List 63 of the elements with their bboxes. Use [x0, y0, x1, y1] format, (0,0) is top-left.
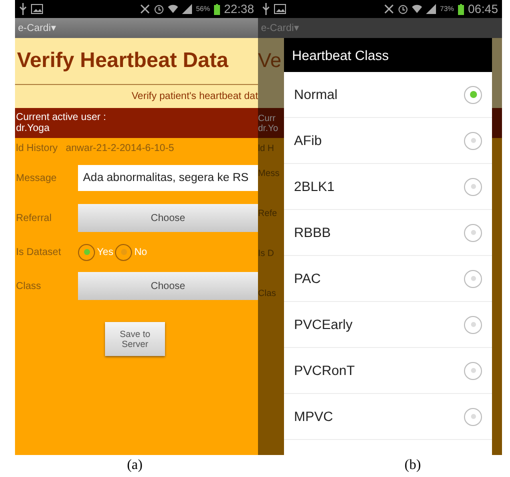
class-option[interactable]: Normal	[294, 87, 338, 102]
field-label: Message	[15, 172, 58, 184]
radio-button[interactable]	[115, 244, 132, 260]
field-label-fragment: Clas	[258, 287, 278, 300]
field-label-fragment: Refe	[258, 207, 278, 220]
radio-label: No	[134, 246, 148, 258]
radio-button[interactable]	[464, 408, 482, 426]
battery-icon	[214, 4, 220, 14]
radio-button[interactable]	[464, 362, 482, 380]
class-option[interactable]: RBBB	[294, 225, 331, 240]
history-label-fragment: ld H	[258, 142, 276, 155]
choose-button[interactable]: Choose	[78, 272, 258, 300]
dialog-title: Heartbeat Class	[284, 38, 492, 72]
field-label: Is Dataset	[15, 246, 62, 258]
class-option[interactable]: MPVC	[294, 409, 334, 424]
figure-caption: (b)	[404, 458, 421, 474]
radio-button[interactable]	[464, 224, 482, 242]
signal-icon	[426, 4, 436, 14]
class-option[interactable]: PVCEarly	[294, 317, 353, 332]
clock-time: 22:38	[224, 2, 254, 16]
field-label: Class	[15, 280, 42, 292]
picture-icon	[31, 4, 43, 14]
user-name: dr.Yoga	[16, 123, 51, 134]
picture-icon	[274, 4, 286, 14]
field-label-fragment: Is D	[258, 247, 276, 260]
user-name-fragment: dr.Yo	[258, 123, 280, 133]
class-option[interactable]: 2BLK1	[294, 179, 335, 194]
field-label: Referral	[15, 212, 53, 224]
user-band	[492, 108, 502, 138]
history-label: ld History	[15, 142, 58, 154]
usb-icon	[19, 3, 27, 15]
page-title-fragment: Ve	[258, 50, 282, 73]
radio-button[interactable]	[464, 132, 482, 150]
field-label-fragment: Mess	[258, 167, 281, 180]
page-title: Verify Heartbeat Data	[16, 49, 228, 73]
message-input[interactable]: Ada abnormalitas, segera ke RS	[78, 165, 258, 191]
class-option[interactable]: PAC	[294, 271, 321, 286]
usb-icon	[262, 3, 270, 15]
class-option[interactable]: AFib	[294, 133, 322, 148]
user-label-fragment: Curr	[258, 113, 276, 123]
wifi-icon	[412, 4, 422, 14]
title-band	[492, 38, 502, 85]
radio-button[interactable]	[464, 86, 482, 104]
radio-button[interactable]	[464, 316, 482, 334]
app-name-menu: e-Cardi▾	[261, 22, 299, 34]
radio-button[interactable]	[464, 270, 482, 288]
save-button[interactable]: Save to Server	[105, 322, 165, 356]
wifi-icon	[168, 4, 178, 14]
radio-button[interactable]	[78, 244, 95, 260]
page-subtitle: Verify patient's heartbeat dat	[132, 91, 258, 102]
figure-caption: (a)	[127, 458, 143, 474]
class-option[interactable]: PVCRonT	[294, 363, 355, 378]
alarm-clock-icon	[154, 4, 164, 14]
radio-button[interactable]	[464, 178, 482, 196]
radio-label: Yes	[97, 246, 114, 258]
clock-time: 06:45	[468, 2, 498, 16]
choose-button[interactable]: Choose	[78, 204, 258, 232]
history-value: anwar-21-2-2014-6-10-5	[66, 142, 174, 154]
alarm-clock-icon	[398, 4, 408, 14]
user-label: Current active user :	[16, 112, 108, 123]
signal-icon	[182, 4, 192, 14]
subtitle-band	[492, 85, 502, 108]
battery-icon	[458, 4, 464, 14]
